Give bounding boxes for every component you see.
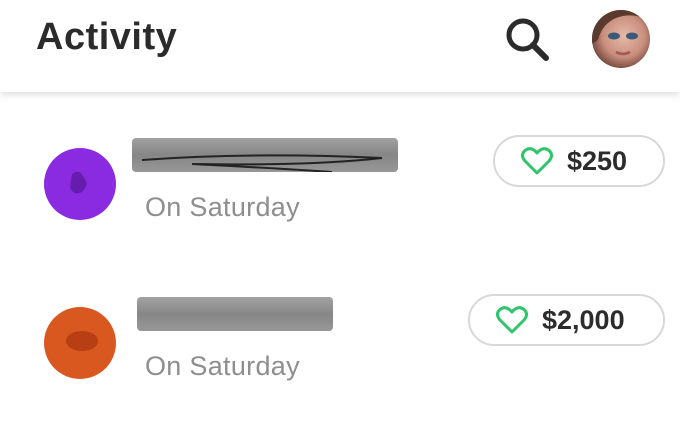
amount-button[interactable]: $2,000 <box>468 294 665 346</box>
redacted-name <box>137 297 333 331</box>
activity-date: On Saturday <box>145 192 300 222</box>
heart-icon <box>521 147 553 175</box>
amount-button[interactable]: $250 <box>493 135 665 187</box>
amount-value: $250 <box>567 145 628 176</box>
activity-item[interactable]: On Saturday $2,000 <box>0 294 680 439</box>
activity-date: On Saturday <box>145 351 300 381</box>
profile-photo <box>592 10 650 68</box>
search-button[interactable] <box>502 14 552 64</box>
page-title: Activity <box>36 16 178 58</box>
activity-item[interactable]: On Saturday $250 <box>0 135 680 282</box>
app-header: Activity <box>0 0 680 92</box>
profile-avatar[interactable] <box>592 10 650 68</box>
activity-list: On Saturday $250 On Saturday $2,000 <box>0 92 680 438</box>
amount-value: $2,000 <box>542 304 625 335</box>
sender-avatar <box>44 148 116 220</box>
sender-avatar <box>44 307 116 379</box>
search-icon <box>506 18 549 61</box>
heart-icon <box>496 306 528 334</box>
redacted-name <box>132 138 398 173</box>
